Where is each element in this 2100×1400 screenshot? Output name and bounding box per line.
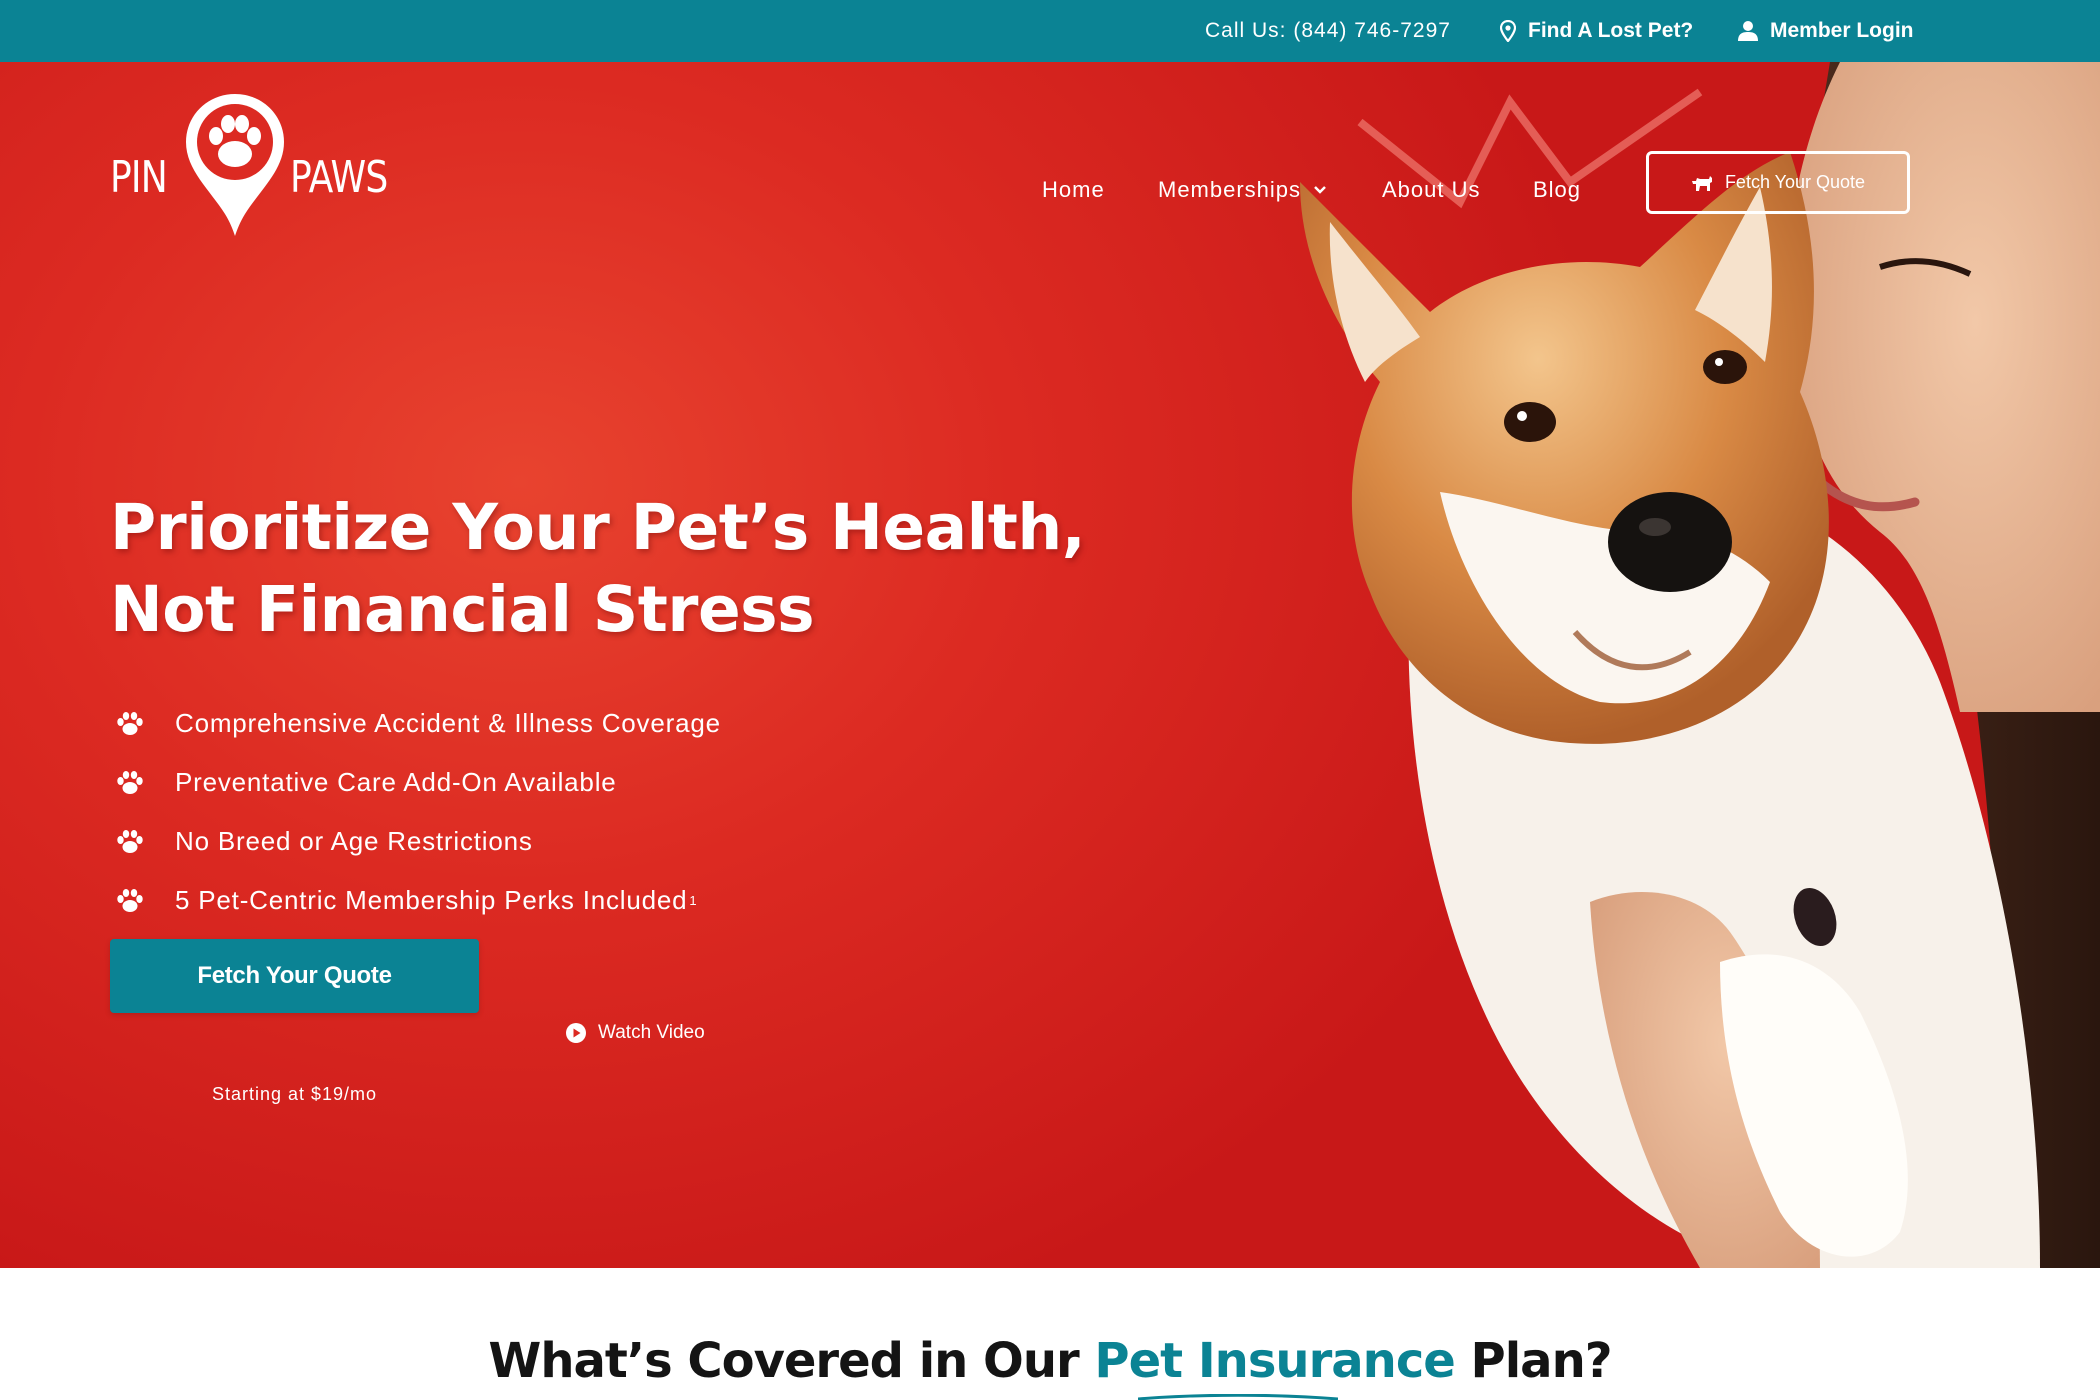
paw-icon [117,770,143,794]
hero-headline-line-1: Prioritize Your Pet’s Health, [110,491,1086,564]
map-pin-icon [1500,20,1516,42]
utility-bar: Call Us: (844) 746-7297 Find A Lost Pet?… [0,0,2100,62]
starting-price-note: Starting at $19/mo [211,1084,378,1104]
user-icon [1738,21,1758,41]
feature-text: Comprehensive Accident & Illness Coverag… [175,708,721,738]
fetch-quote-label: Fetch Your Quote [197,962,392,989]
header-fetch-quote-button[interactable]: Fetch Your Quote [1646,151,1910,214]
pin-paws-logo[interactable]: PIN PAWS [110,90,400,240]
paw-icon [117,829,143,853]
paw-icon [117,888,143,912]
phone-link[interactable]: Call Us: (844) 746-7297 [1205,0,1451,62]
feature-text: No Breed or Age Restrictions [175,826,533,856]
nav-blog[interactable]: Blog [1533,177,1581,203]
fetch-quote-button[interactable]: Fetch Your Quote [110,939,479,1013]
nav-home[interactable]: Home [1042,177,1105,203]
feature-item: 5 Pet-Centric Membership Perks Included … [115,871,723,930]
phone-label: Call Us: (844) 746-7297 [1205,19,1451,42]
hero-photo [1300,62,2100,1268]
member-login-label: Member Login [1770,19,1914,42]
find-lost-pet-label: Find A Lost Pet? [1528,19,1694,42]
nav-home-label: Home [1042,177,1105,202]
watch-video-label: Watch Video [598,1022,705,1043]
chevron-down-icon [1314,186,1326,194]
feature-item: No Breed or Age Restrictions [115,812,723,871]
watch-video-link[interactable]: Watch Video [566,1022,705,1044]
heading-underline-decoration [1138,1394,1338,1400]
feature-footnote: 1 [689,893,698,908]
nav-about-label: About Us [1382,177,1481,202]
coverage-heading-suffix: Plan? [1454,1333,1613,1389]
coverage-heading-prefix: What’s Covered in Our [488,1333,1095,1389]
coverage-heading: What’s Covered in Our Pet Insurance Plan… [0,1333,2100,1389]
play-circle-icon [566,1023,586,1043]
hero-section: PIN PAWS Home Memberships About Us Blog … [0,62,2100,1268]
header-fetch-quote-label: Fetch Your Quote [1724,172,1866,192]
paw-pin-logo-icon [186,94,284,236]
nav-memberships-label: Memberships [1158,177,1302,202]
hero-headline: Prioritize Your Pet’s Health, Not Financ… [110,487,1090,651]
dog-icon [1691,175,1712,191]
logo-word-right: PAWS [290,152,388,203]
feature-text: Preventative Care Add-On Available [175,767,617,797]
member-login-link[interactable]: Member Login [1738,0,1914,62]
nav-blog-label: Blog [1533,177,1582,202]
hero-headline-line-2: Not Financial Stress [110,573,815,646]
logo-word-left: PIN [110,152,168,203]
coverage-heading-highlight: Pet Insurance [1094,1333,1455,1389]
feature-list: Comprehensive Accident & Illness Coverag… [115,694,723,930]
feature-text: 5 Pet-Centric Membership Perks Included [175,885,688,915]
nav-about-us[interactable]: About Us [1382,177,1481,203]
find-lost-pet-link[interactable]: Find A Lost Pet? [1500,0,1693,62]
nav-memberships[interactable]: Memberships [1158,177,1327,203]
feature-item: Comprehensive Accident & Illness Coverag… [115,694,723,753]
feature-item: Preventative Care Add-On Available [115,753,723,812]
paw-icon [117,711,143,735]
